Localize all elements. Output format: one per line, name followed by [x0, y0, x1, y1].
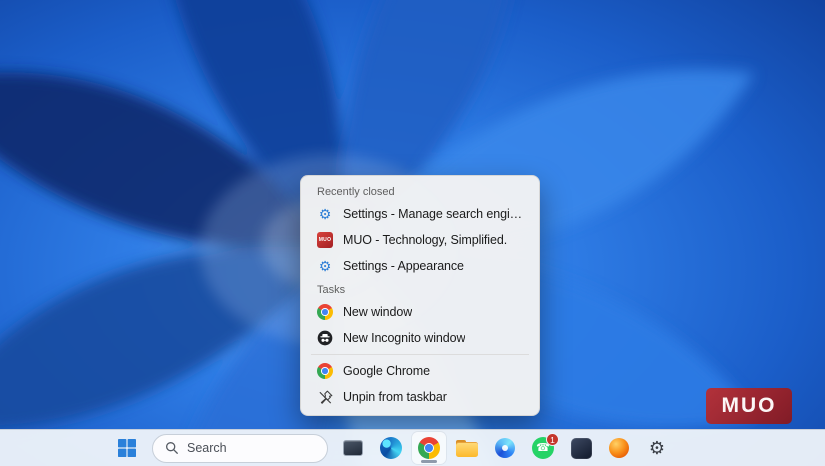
whatsapp-button[interactable]: ☎ 1 [526, 432, 560, 464]
chrome-icon [317, 304, 333, 320]
jumplist-item-label: Google Chrome [343, 364, 430, 378]
edge-icon [380, 437, 402, 459]
media-player-button[interactable] [488, 432, 522, 464]
jumplist-item-label: Settings - Appearance [343, 259, 464, 273]
file-explorer-button[interactable] [450, 432, 484, 464]
start-button[interactable] [110, 432, 144, 464]
settings-button[interactable]: ⚙ [640, 432, 674, 464]
search-label: Search [187, 441, 227, 455]
jumplist-item-label: Settings - Manage search engines... [343, 207, 523, 221]
jumplist-item-label: New Incognito window [343, 331, 465, 345]
unpin-icon [317, 389, 333, 405]
jumplist-item-settings-appearance[interactable]: ⚙ Settings - Appearance [301, 253, 539, 279]
chrome-icon [317, 363, 333, 379]
dark-app-button[interactable] [564, 432, 598, 464]
muo-favicon-icon: MUO [317, 232, 333, 248]
edge-button[interactable] [374, 432, 408, 464]
blue-swirl-app-icon [495, 438, 515, 458]
jumplist-item-google-chrome[interactable]: Google Chrome [301, 358, 539, 384]
windows-logo-icon [118, 439, 136, 457]
chrome-button[interactable] [412, 432, 446, 464]
jumplist-item-unpin-from-taskbar[interactable]: Unpin from taskbar [301, 384, 539, 410]
incognito-icon [317, 330, 333, 346]
folder-icon [456, 440, 478, 457]
jumplist-item-new-window[interactable]: New window [301, 299, 539, 325]
settings-gear-icon: ⚙ [317, 258, 333, 274]
jumplist-item-settings-manage-search-engines[interactable]: ⚙ Settings - Manage search engines... [301, 201, 539, 227]
dark-app-icon [571, 438, 592, 459]
task-view-app-button[interactable] [336, 432, 370, 464]
monitor-icon [343, 440, 363, 456]
muo-watermark-logo: MUO [706, 388, 792, 424]
jumplist-item-new-incognito-window[interactable]: New Incognito window [301, 325, 539, 351]
jumplist-divider [311, 354, 529, 355]
orange-app-icon [609, 438, 629, 458]
search-box[interactable]: Search [152, 434, 328, 463]
chrome-jump-list: Recently closed ⚙ Settings - Manage sear… [300, 175, 540, 416]
jumplist-item-label: MUO - Technology, Simplified. [343, 233, 507, 247]
orange-app-button[interactable] [602, 432, 636, 464]
settings-gear-icon: ⚙ [317, 206, 333, 222]
jumplist-item-muo-tab[interactable]: MUO MUO - Technology, Simplified. [301, 227, 539, 253]
settings-gear-icon: ⚙ [649, 439, 665, 457]
taskbar: Search ☎ 1 ⚙ [0, 429, 825, 466]
tasks-header: Tasks [301, 279, 539, 299]
jumplist-item-label: New window [343, 305, 412, 319]
jumplist-item-label: Unpin from taskbar [343, 390, 447, 404]
desktop-screen: Recently closed ⚙ Settings - Manage sear… [0, 0, 825, 466]
search-icon [165, 441, 179, 455]
recently-closed-header: Recently closed [301, 181, 539, 201]
notification-badge: 1 [546, 433, 559, 446]
chrome-icon [418, 437, 440, 459]
